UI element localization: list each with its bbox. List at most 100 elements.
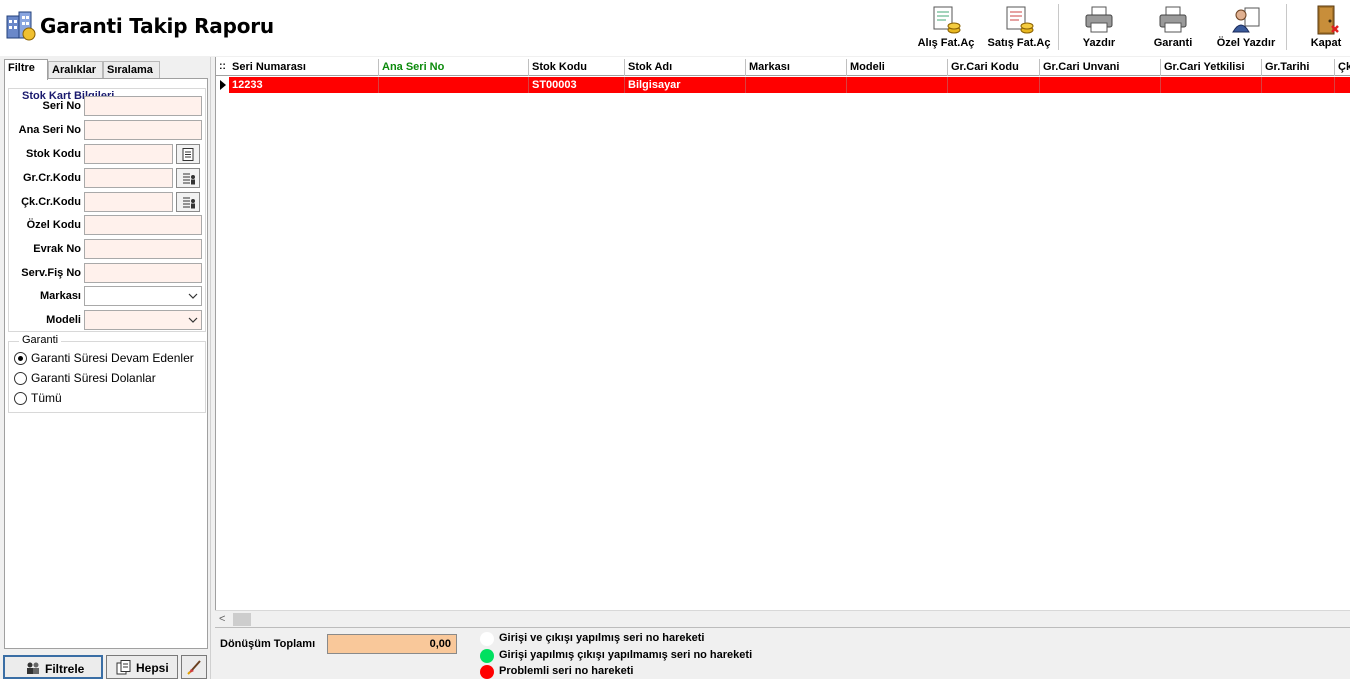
garanti-group: Garanti Garanti Süresi Devam Edenler Gar…: [8, 334, 206, 413]
hepsi-button[interactable]: Hepsi: [106, 655, 178, 679]
legend-complete-text: Girişi ve çıkışı yapılmış seri no hareke…: [499, 632, 705, 644]
grid-corner-menu[interactable]: ::: [216, 59, 229, 76]
cell-markasi[interactable]: [746, 77, 847, 93]
ck-cr-kodu-lookup-button[interactable]: [176, 192, 200, 212]
radio-garanti-dolanlar-label: Garanti Süresi Dolanlar: [31, 371, 156, 385]
column-gr-cari-kodu[interactable]: Gr.Cari Kodu: [948, 59, 1040, 76]
table-row[interactable]: 12233 ST00003 Bilgisayar: [216, 77, 1350, 93]
serv-fis-no-input[interactable]: [84, 263, 202, 283]
ozel-kodu-input[interactable]: [84, 215, 202, 235]
radio-button-checked[interactable]: [14, 352, 27, 365]
stok-kodu-label: Stok Kodu: [26, 148, 81, 160]
ana-seri-no-input[interactable]: [84, 120, 202, 140]
cell-gr-cari-unvani[interactable]: [1040, 77, 1161, 93]
gr-cr-kodu-input[interactable]: [84, 168, 173, 188]
satis-fatura-ac-label: Satış Fat.Aç: [987, 37, 1051, 49]
column-modeli[interactable]: Modeli: [847, 59, 948, 76]
column-markasi[interactable]: Markası: [746, 59, 847, 76]
donusum-toplami-value: 0,00: [327, 634, 457, 654]
column-ck[interactable]: Çk: [1335, 59, 1350, 76]
page-title: Garanti Takip Raporu: [40, 14, 274, 38]
chevron-down-icon: [188, 293, 198, 299]
column-gr-cari-unvani[interactable]: Gr.Cari Unvani: [1040, 59, 1161, 76]
legend-red-dot-icon: [480, 665, 494, 679]
alis-fatura-ac-button[interactable]: Alış Fat.Aç: [913, 2, 979, 54]
seri-no-label: Seri No: [42, 100, 81, 112]
filtrele-label: Filtrele: [45, 662, 85, 676]
clear-filter-button[interactable]: [181, 655, 207, 679]
markasi-label: Markası: [40, 290, 81, 302]
radio-button[interactable]: [14, 392, 27, 405]
evrak-no-label: Evrak No: [33, 243, 81, 255]
ozel-kodu-label: Özel Kodu: [26, 219, 81, 231]
stok-kodu-lookup-button[interactable]: [176, 144, 200, 164]
invoice-coins-icon: [1006, 6, 1034, 34]
satis-fatura-ac-button[interactable]: Satış Fat.Aç: [983, 2, 1055, 54]
markasi-select[interactable]: [84, 286, 202, 306]
header-bar: Garanti Takip Raporu Alış Fat.Aç Satış F…: [0, 0, 1350, 56]
chevron-down-icon: [188, 317, 198, 323]
kapat-button[interactable]: Kapat: [1304, 2, 1348, 54]
cell-gr-cari-kodu[interactable]: [948, 77, 1040, 93]
column-stok-kodu[interactable]: Stok Kodu: [529, 59, 625, 76]
modeli-label: Modeli: [46, 314, 81, 326]
ana-seri-no-label: Ana Seri No: [18, 124, 81, 136]
person-list-icon: [183, 197, 195, 209]
garanti-print-button[interactable]: Garanti: [1146, 2, 1200, 54]
tab-siralama[interactable]: Sıralama: [103, 61, 160, 79]
scroll-left-icon[interactable]: <: [219, 613, 225, 625]
filtrele-button[interactable]: Filtrele: [3, 655, 103, 679]
column-gr-tarihi[interactable]: Gr.Tarihi: [1262, 59, 1335, 76]
yazdir-button[interactable]: Yazdır: [1074, 2, 1124, 54]
ck-cr-kodu-label: Çk.Cr.Kodu: [21, 196, 81, 208]
gr-cr-kodu-lookup-button[interactable]: [176, 168, 200, 188]
printer-icon: [1085, 6, 1113, 33]
horizontal-scrollbar[interactable]: <: [215, 610, 1350, 627]
cell-stok-adi[interactable]: Bilgisayar: [625, 77, 746, 93]
cell-gr-tarihi[interactable]: [1262, 77, 1335, 93]
column-ana-seri-no[interactable]: Ana Seri No: [379, 59, 529, 76]
tab-filtre[interactable]: Filtre: [4, 59, 48, 80]
tab-araliklar[interactable]: Aralıklar: [48, 61, 103, 79]
ozel-yazdir-button[interactable]: Özel Yazdır: [1210, 2, 1282, 54]
cell-seri-numarasi[interactable]: 12233: [229, 77, 379, 93]
donusum-toplami-label: Dönüşüm Toplamı: [220, 638, 316, 650]
grid-header: :: Seri Numarası Ana Seri No Stok Kodu S…: [216, 59, 1350, 76]
garanti-print-label: Garanti: [1153, 37, 1193, 49]
scrollbar-thumb[interactable]: [233, 613, 251, 626]
stok-kodu-input[interactable]: [84, 144, 173, 164]
ck-cr-kodu-input[interactable]: [84, 192, 173, 212]
evrak-no-input[interactable]: [84, 239, 202, 259]
seri-no-input[interactable]: [84, 96, 202, 116]
cell-modeli[interactable]: [847, 77, 948, 93]
hepsi-label: Hepsi: [136, 661, 169, 675]
alis-fatura-ac-label: Alış Fat.Aç: [917, 37, 975, 49]
exit-door-icon: [1317, 5, 1339, 35]
radio-button[interactable]: [14, 372, 27, 385]
invoice-coins-icon: [933, 6, 961, 34]
left-filter-panel: Filtre Aralıklar Sıralama Stok Kart Bilg…: [0, 57, 210, 679]
document-list-icon: [182, 148, 194, 161]
cell-ana-seri-no[interactable]: [379, 77, 529, 93]
person-list-icon: [183, 173, 195, 185]
serial-tracking-grid: :: Seri Numarası Ana Seri No Stok Kodu S…: [215, 57, 1350, 627]
ozel-yazdir-label: Özel Yazdır: [1216, 37, 1276, 49]
legend-problem-text: Problemli seri no hareketi: [499, 665, 634, 677]
toolbar-separator: [1286, 4, 1287, 50]
yazdir-label: Yazdır: [1082, 37, 1116, 49]
column-stok-adi[interactable]: Stok Adı: [625, 59, 746, 76]
row-pointer-icon: [216, 77, 229, 93]
column-gr-cari-yetkilisi[interactable]: Gr.Cari Yetkilisi: [1161, 59, 1262, 76]
cell-gr-cari-yetkilisi[interactable]: [1161, 77, 1262, 93]
brush-icon: [187, 660, 201, 675]
legend-white-dot-icon: [480, 632, 494, 646]
radio-tumu-label: Tümü: [31, 391, 62, 405]
documents-icon: [116, 660, 131, 675]
modeli-select[interactable]: [84, 310, 202, 330]
report-app-icon: [6, 11, 36, 41]
legend-pending-text: Girişi yapılmış çıkışı yapılmamış seri n…: [499, 649, 753, 661]
filter-tabs: Filtre Aralıklar Sıralama: [4, 59, 209, 80]
serv-fis-no-label: Serv.Fiş No: [21, 267, 81, 279]
cell-stok-kodu[interactable]: ST00003: [529, 77, 625, 93]
column-seri-numarasi[interactable]: Seri Numarası: [229, 59, 379, 76]
